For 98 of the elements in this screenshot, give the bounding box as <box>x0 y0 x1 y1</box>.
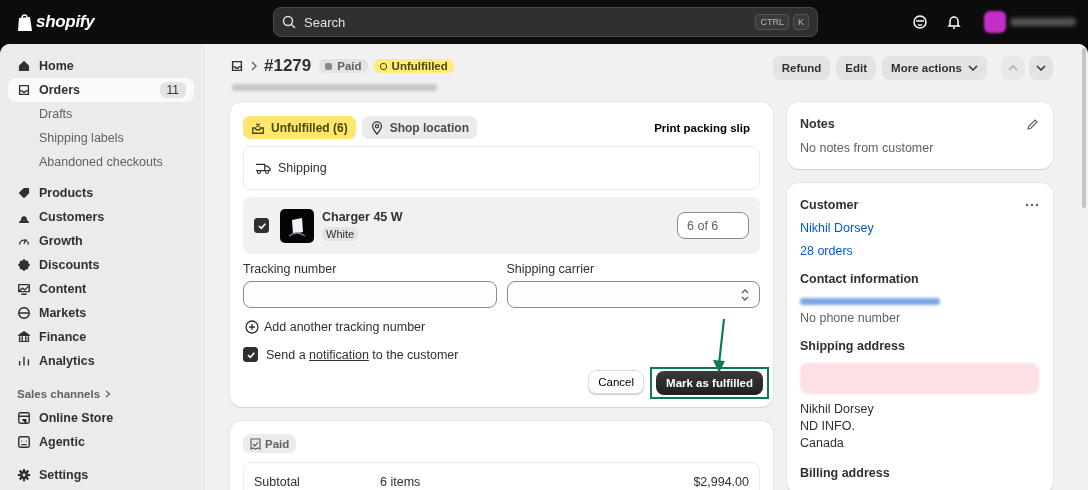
nav-item[interactable]: Analytics <box>8 349 194 373</box>
product-thumbnail <box>280 208 314 243</box>
avatar[interactable] <box>984 11 1006 33</box>
action-button[interactable]: More actions <box>882 56 987 80</box>
status-icon <box>379 62 387 70</box>
section-title: Billing address <box>800 466 891 480</box>
section-title: Shipping address <box>800 339 906 353</box>
add-tracking-button[interactable]: Add another tracking number <box>243 320 428 334</box>
address-line: Canada <box>800 435 845 452</box>
scrollbar[interactable] <box>1082 48 1086 208</box>
nav-item[interactable]: Online Store <box>8 406 194 430</box>
notification-link[interactable]: notification <box>309 347 369 362</box>
select-arrows-icon <box>741 288 749 301</box>
nav-item[interactable]: Customers <box>8 205 194 229</box>
bell-icon[interactable] <box>946 14 962 30</box>
nav-item[interactable]: Markets <box>8 301 194 325</box>
chevron-right-icon <box>250 61 258 71</box>
more-icon[interactable] <box>1025 203 1039 207</box>
shopping-bag-icon <box>17 12 33 32</box>
card-title: Notes <box>800 117 835 131</box>
notes-text: No notes from customer <box>800 141 935 155</box>
check-icon <box>245 349 256 360</box>
quantity-field[interactable]: 6 of 6 <box>677 212 749 239</box>
check-icon <box>256 220 267 231</box>
home-icon <box>17 59 31 73</box>
mark-fulfilled-button[interactable]: Mark as fulfilled <box>656 370 763 395</box>
next-button[interactable] <box>1029 56 1053 80</box>
product-name[interactable]: Charger 45 W <box>322 210 403 224</box>
storefront-icon <box>17 411 31 425</box>
logo-text[interactable]: shopify <box>36 12 95 32</box>
cancel-button[interactable]: Cancel <box>588 370 645 394</box>
nav-item[interactable]: Growth <box>8 229 194 253</box>
nav-item[interactable]: Finance <box>8 325 194 349</box>
robot-icon <box>17 435 31 449</box>
section-heading[interactable]: Sales channels <box>17 382 101 406</box>
status-badge: Shop location <box>361 116 477 139</box>
chevron-right-icon[interactable] <box>105 390 112 398</box>
nav-item[interactable]: Orders 11 <box>8 78 194 102</box>
method-label: Shipping <box>278 161 327 175</box>
card-title: Customer <box>800 198 859 212</box>
address-line: ND INFO. <box>800 418 856 435</box>
action-button[interactable]: Edit <box>836 56 877 80</box>
redacted-text <box>1010 18 1076 26</box>
address-line: Nikhil Dorsey <box>800 401 875 418</box>
plus-circle-icon <box>245 320 259 334</box>
tracking-number-field[interactable] <box>243 281 497 308</box>
search-input[interactable]: Search <box>302 13 750 31</box>
tag-icon <box>17 186 31 200</box>
customer-link[interactable]: Nikhil Dorsey <box>800 221 1039 235</box>
checkbox[interactable] <box>243 347 258 362</box>
count-badge: 11 <box>159 82 186 98</box>
nav-item[interactable]: Products <box>8 181 194 205</box>
keyboard-key: K <box>793 14 809 30</box>
nav-item[interactable]: Discounts <box>8 253 194 277</box>
nav-subitem[interactable]: Abandoned checkouts <box>8 150 194 174</box>
order-title: #1279 <box>264 56 312 76</box>
checkbox[interactable] <box>254 218 269 233</box>
status-badge: Paid <box>319 59 368 73</box>
variant-tag: White <box>322 227 359 241</box>
chevron-down-icon <box>968 64 978 72</box>
search-field[interactable]: Search CTRL K <box>273 7 818 37</box>
nav-item[interactable]: Home <box>8 54 194 78</box>
nav-subitem[interactable]: Drafts <box>8 102 194 126</box>
chevron-down-icon <box>1036 64 1046 72</box>
status-badge: Unfulfilled <box>373 59 454 73</box>
receipt-icon <box>250 437 261 450</box>
status-badge: Paid <box>243 434 297 453</box>
status-badge: Unfulfilled (6) <box>243 116 356 139</box>
search-icon <box>282 15 296 29</box>
print-button[interactable]: Print packing slip <box>644 117 760 138</box>
location-pin-icon <box>369 120 384 135</box>
phone-text: No phone number <box>800 311 902 325</box>
truck-icon <box>255 161 271 175</box>
nav-item[interactable]: Agentic <box>8 430 194 454</box>
nav-item[interactable]: Settings <box>8 463 194 487</box>
nav-subitem[interactable]: Shipping labels <box>8 126 194 150</box>
status-icon <box>325 62 333 70</box>
nav-item[interactable]: Content <box>8 277 194 301</box>
face-icon[interactable] <box>912 14 928 30</box>
bar-chart-icon <box>17 354 31 368</box>
action-button[interactable]: Refund <box>772 56 831 80</box>
carrier-select[interactable] <box>506 281 760 308</box>
field-label: Shipping carrier <box>506 262 596 276</box>
keyboard-key: CTRL <box>755 14 789 30</box>
row-amount: $2,994.00 <box>693 475 749 489</box>
chevron-up-icon <box>1008 64 1018 72</box>
inbox-icon <box>17 83 31 97</box>
inbox-icon[interactable] <box>230 59 244 73</box>
bank-icon <box>17 330 31 344</box>
section-title: Contact information <box>800 272 920 286</box>
row-detail: 6 items <box>380 475 422 489</box>
package-icon <box>251 120 265 135</box>
field-label: Tracking number <box>243 262 338 276</box>
notify-label: Send a notification to the customer <box>266 347 459 362</box>
orders-link[interactable]: 28 orders <box>800 244 1039 258</box>
pencil-icon[interactable] <box>1026 117 1039 131</box>
gear-icon <box>17 468 31 482</box>
row-label: Subtotal <box>254 475 301 489</box>
